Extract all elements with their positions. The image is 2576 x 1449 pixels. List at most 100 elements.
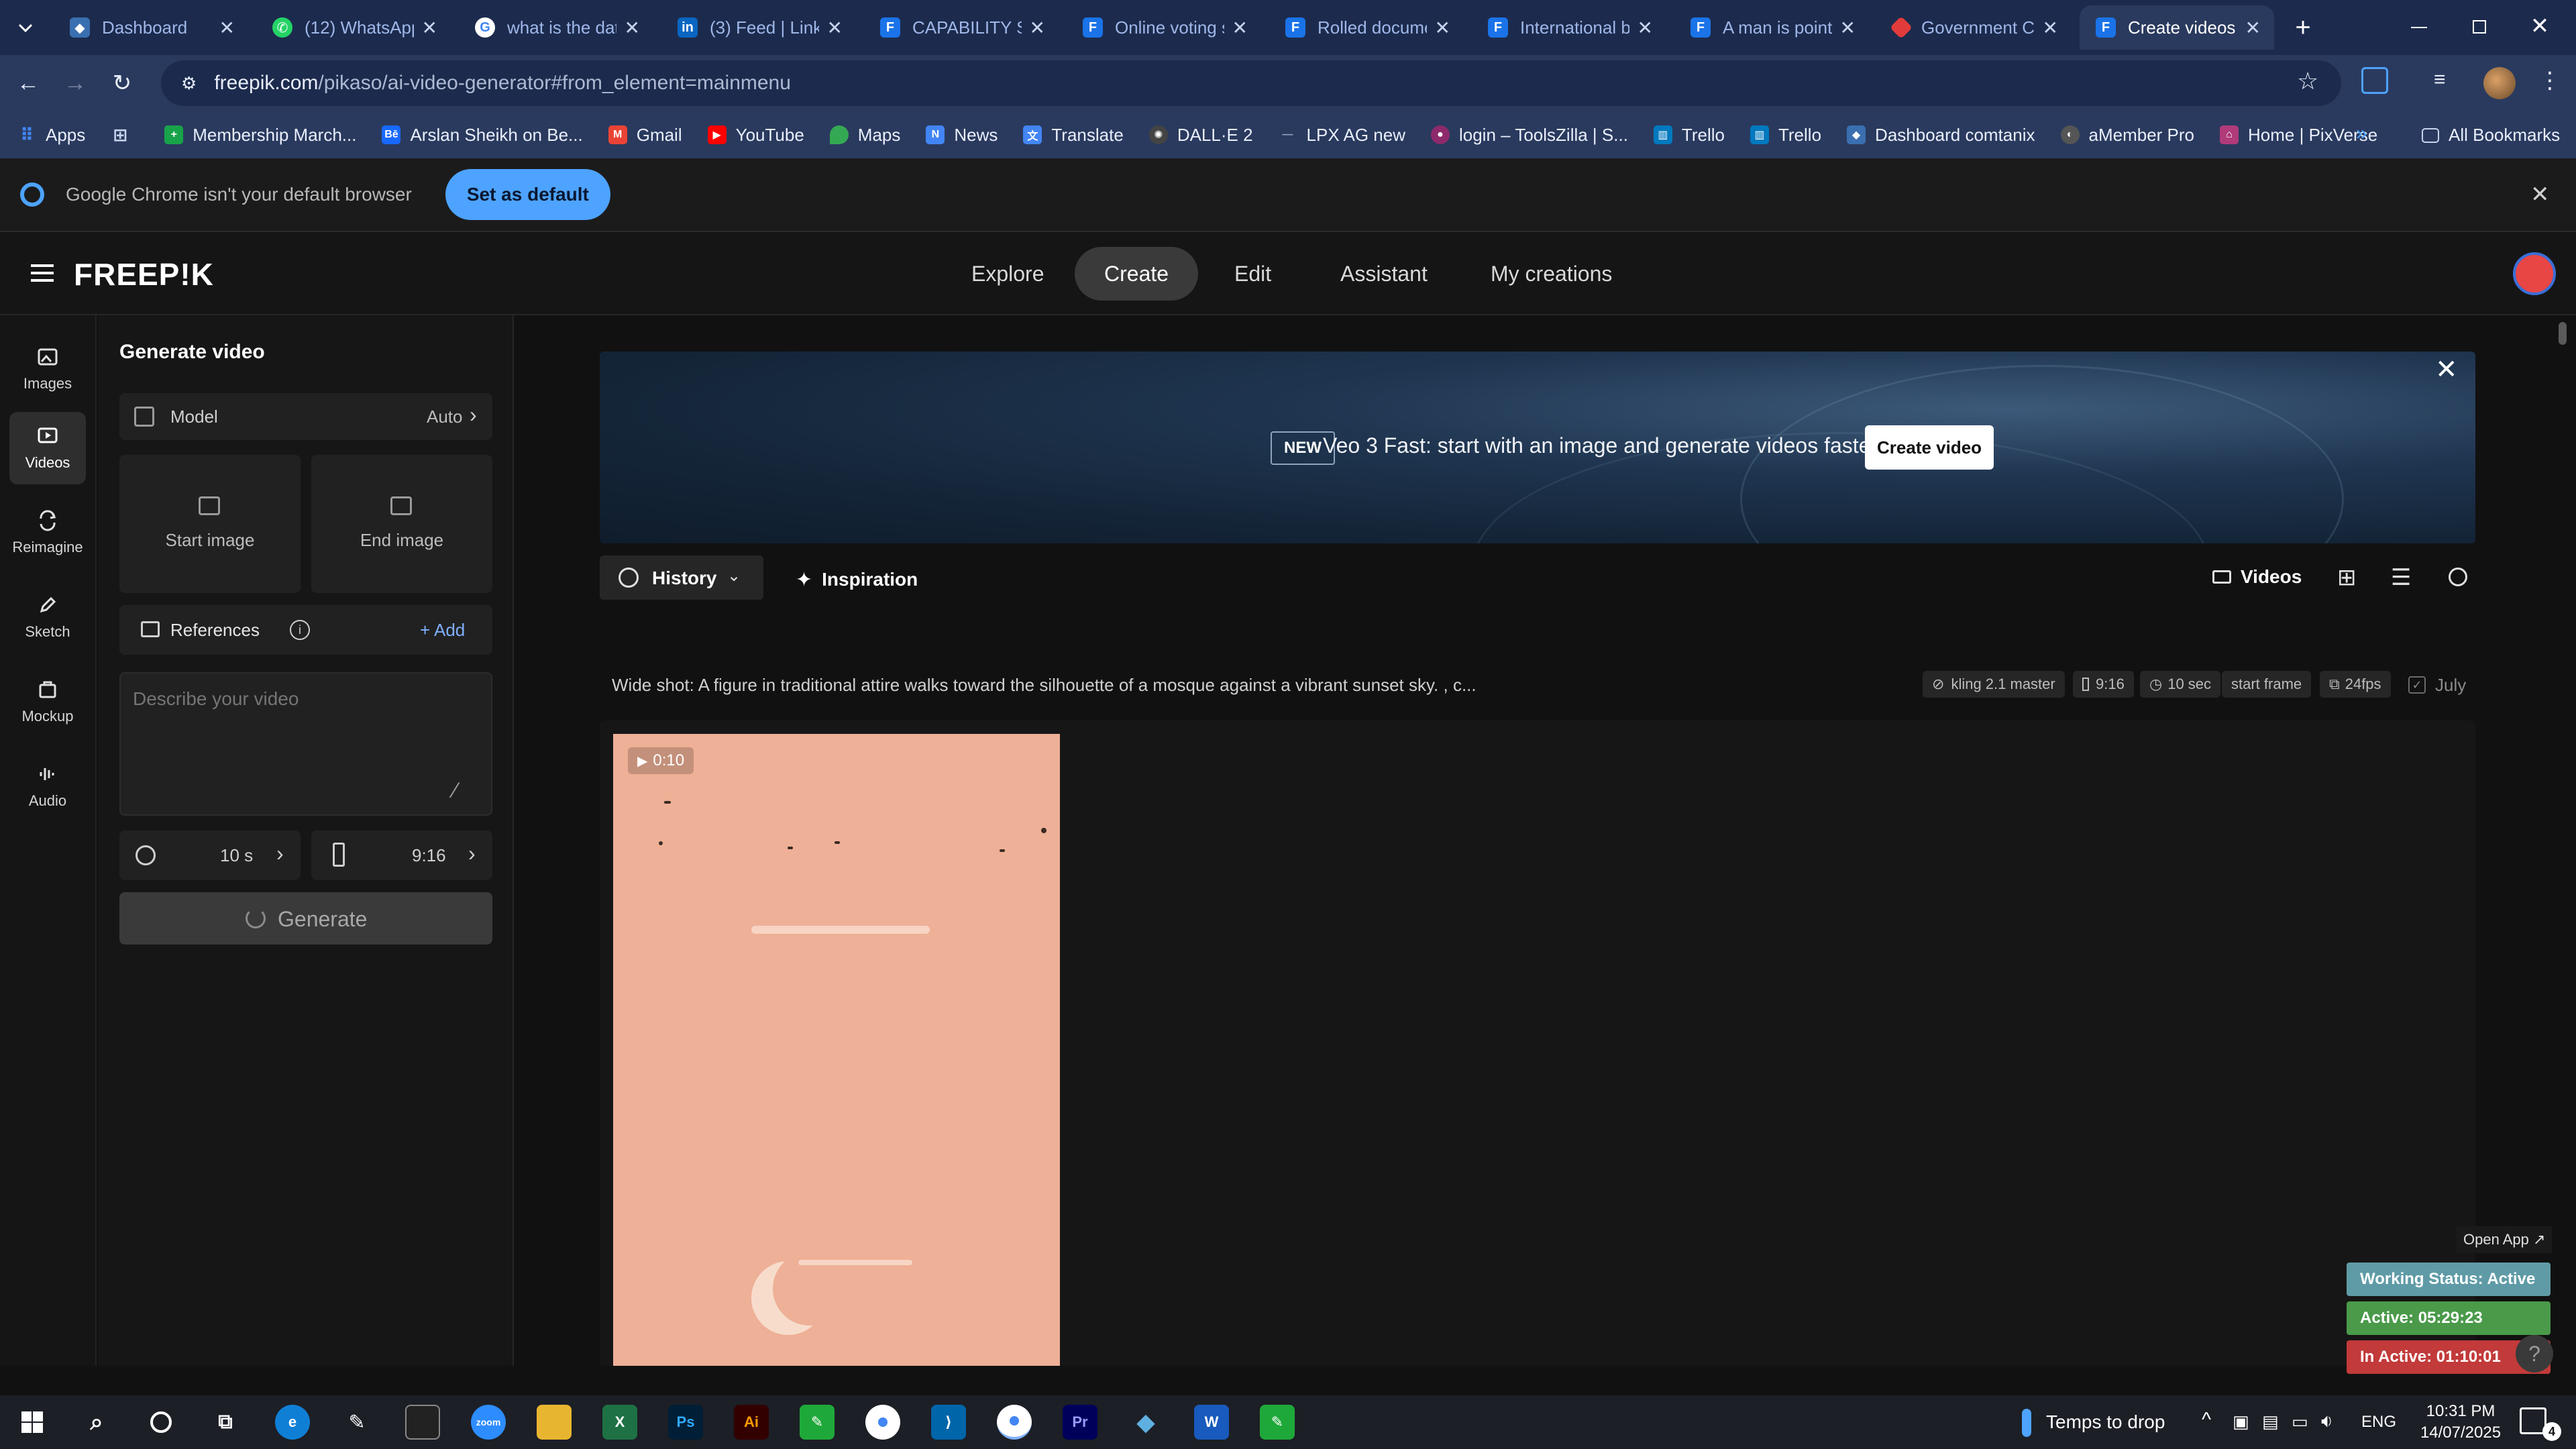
close-window-icon[interactable]: ✕	[2520, 9, 2560, 43]
extensions-icon[interactable]	[2361, 67, 2388, 94]
edge-icon[interactable]: e	[275, 1405, 310, 1440]
green-app-icon[interactable]: ✎	[800, 1405, 835, 1440]
videos-filter[interactable]: Videos	[2212, 566, 2302, 588]
help-icon[interactable]: ?	[2516, 1335, 2553, 1373]
duration-selector[interactable]: 10 s ›	[119, 830, 301, 880]
select-checkbox[interactable]: ✓	[2408, 676, 2426, 694]
network-icon[interactable]: ▭	[2292, 1411, 2308, 1432]
nav-edit[interactable]: Edit	[1205, 247, 1301, 301]
close-icon[interactable]: ✕	[2043, 17, 2058, 39]
scrollbar-thumb[interactable]	[2559, 322, 2567, 345]
filters-icon[interactable]: ☰	[2391, 566, 2411, 589]
close-icon[interactable]: ✕	[1030, 17, 1045, 39]
clock-time[interactable]: 10:31 PM	[2420, 1402, 2501, 1421]
chevron-up-icon[interactable]: ^	[2202, 1409, 2211, 1432]
prompt-input[interactable]	[121, 674, 491, 788]
close-icon[interactable]: ✕	[1435, 17, 1450, 39]
windows-start-icon[interactable]	[15, 1405, 50, 1440]
freepik-logo[interactable]: FREEP!K	[74, 256, 214, 292]
site-info-icon[interactable]: ⚙	[181, 73, 197, 94]
new-tab-icon[interactable]: +	[2288, 12, 2318, 43]
history-dropdown[interactable]: History ⌄	[600, 555, 763, 600]
aspect-ratio-selector[interactable]: 9:16 ›	[311, 830, 492, 880]
create-video-button[interactable]: Create video	[1865, 425, 1994, 470]
task-view-icon[interactable]: ⧉	[208, 1405, 243, 1440]
end-image-slot[interactable]: End image	[311, 455, 492, 593]
bookmark-lpx[interactable]: — LPX AG new	[1279, 125, 1405, 146]
start-image-slot[interactable]: Start image	[119, 455, 301, 593]
profile-avatar[interactable]	[2483, 67, 2516, 99]
close-icon[interactable]: ✕	[1638, 17, 1653, 39]
tab-linkedin[interactable]: in (3) Feed | Linke ✕	[661, 5, 856, 50]
back-icon[interactable]: ←	[13, 68, 43, 98]
rail-audio[interactable]: Audio	[9, 750, 86, 822]
more-bookmarks-icon[interactable]: »	[2356, 122, 2367, 145]
search-icon[interactable]	[2449, 568, 2467, 586]
close-icon[interactable]: ✕	[1840, 17, 1856, 39]
bookmark-star-icon[interactable]: ☆	[2297, 67, 2318, 95]
tab-rolled-document[interactable]: F Rolled docume ✕	[1269, 5, 1464, 50]
set-default-button[interactable]: Set as default	[445, 169, 610, 220]
tray-camera-icon[interactable]: ▣	[2233, 1411, 2249, 1432]
tab-government[interactable]: Government C ✕	[1877, 5, 2072, 50]
all-bookmarks[interactable]: All Bookmarks	[2422, 125, 2560, 146]
weather-text[interactable]: Temps to drop	[2046, 1411, 2165, 1433]
vscode-icon[interactable]: ⟩	[931, 1405, 966, 1440]
pen-tool-icon[interactable]: ✎	[339, 1405, 374, 1440]
file-explorer-icon[interactable]	[537, 1405, 572, 1440]
nav-my-creations[interactable]: My creations	[1461, 247, 1642, 301]
terminal-icon[interactable]	[405, 1405, 440, 1440]
bookmark-behance[interactable]: Bē Arslan Sheikh on Be...	[382, 125, 583, 146]
generation-prompt[interactable]: Wide shot: A figure in traditional attir…	[612, 675, 1477, 696]
rail-mockup[interactable]: Mockup	[9, 665, 86, 738]
green-app-icon[interactable]: ✎	[1260, 1405, 1295, 1440]
menu-kebab-icon[interactable]: ⋮	[2538, 67, 2561, 94]
bookmark-youtube[interactable]: ▶ YouTube	[707, 125, 804, 146]
model-selector[interactable]: Model Auto ›	[119, 393, 492, 440]
minimize-icon[interactable]	[2399, 13, 2439, 40]
generate-button[interactable]: Generate	[119, 892, 492, 945]
cortana-icon[interactable]	[144, 1405, 178, 1440]
rail-images[interactable]: Images	[9, 333, 86, 405]
info-icon[interactable]: i	[290, 620, 310, 640]
media-controls-icon[interactable]: ≡	[2434, 68, 2446, 91]
video-thumbnail[interactable]: ▶ 0:10	[613, 734, 1060, 1366]
user-avatar[interactable]	[2513, 252, 2556, 295]
photoshop-icon[interactable]: Ps	[668, 1405, 703, 1440]
bookmark-maps[interactable]: Maps	[829, 125, 900, 146]
forward-icon[interactable]: →	[60, 68, 90, 98]
nav-explore[interactable]: Explore	[942, 247, 1074, 301]
search-icon[interactable]: ⌕	[79, 1405, 114, 1440]
bookmark-amember[interactable]: ◐ aMember Pro	[2060, 125, 2194, 146]
language-indicator[interactable]: ENG	[2361, 1413, 2396, 1432]
bookmark-trello-2[interactable]: ▥ Trello	[1750, 125, 1821, 146]
volume-icon[interactable]: 🔉︎	[2321, 1410, 2333, 1432]
close-icon[interactable]: ✕	[827, 17, 843, 39]
tab-create-videos[interactable]: F Create videos | ✕	[2080, 5, 2274, 50]
url-field[interactable]: ⚙ freepik.com/pikaso/ai-video-generator#…	[161, 60, 2341, 106]
reload-icon[interactable]: ↻	[107, 68, 137, 98]
bookmark-gmail[interactable]: M Gmail	[608, 125, 682, 146]
chrome-icon[interactable]	[865, 1405, 900, 1440]
add-reference-button[interactable]: + Add	[420, 620, 465, 641]
illustrator-icon[interactable]: Ai	[734, 1405, 769, 1440]
grid-view-icon[interactable]: ⊞	[2337, 566, 2357, 589]
rail-sketch[interactable]: Sketch	[9, 581, 86, 653]
nav-create[interactable]: Create	[1075, 247, 1199, 301]
bookmark-news[interactable]: N News	[926, 125, 998, 146]
bookmark-membership[interactable]: + Membership March...	[164, 125, 356, 146]
zoom-icon[interactable]: zoom	[471, 1405, 506, 1440]
hamburger-menu-icon[interactable]	[31, 264, 54, 283]
bookmark-grid[interactable]: ⊞	[111, 125, 139, 145]
tab-online-voting[interactable]: F Online voting s ✕	[1067, 5, 1261, 50]
clock-date[interactable]: 14/07/2025	[2415, 1424, 2506, 1442]
rail-reimagine[interactable]: Reimagine	[9, 496, 86, 569]
word-icon[interactable]: W	[1194, 1405, 1229, 1440]
lite-app-icon[interactable]: ◆	[1128, 1405, 1163, 1440]
nav-assistant[interactable]: Assistant	[1311, 247, 1457, 301]
close-icon[interactable]: ✕	[2530, 181, 2550, 208]
rail-videos[interactable]: Videos	[9, 412, 86, 484]
restore-icon[interactable]	[2459, 13, 2500, 40]
tab-google[interactable]: G what is the dat ✕	[459, 5, 653, 50]
tray-monitor-icon[interactable]: ▤	[2262, 1411, 2279, 1432]
